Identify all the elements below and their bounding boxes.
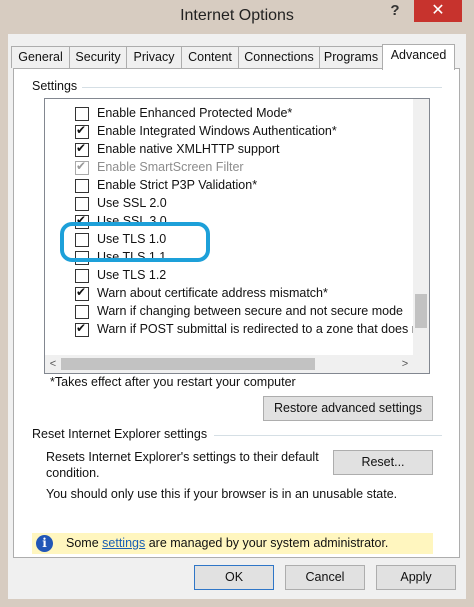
close-button[interactable]: ✕ [414,0,462,22]
tab-privacy[interactable]: Privacy [126,46,182,68]
restore-advanced-settings-button[interactable]: Restore advanced settings [263,396,433,421]
horizontal-scrollbar[interactable]: < > [45,355,413,373]
list-item-label: Warn about certificate address mismatch* [97,286,328,300]
scrollbar-corner [413,355,429,373]
admin-info-text: Some settings are managed by your system… [66,536,388,550]
checkbox[interactable] [75,285,89,301]
checkbox[interactable] [75,251,89,265]
list-item-label: Enable Enhanced Protected Mode* [97,106,293,120]
reset-note: You should only use this if your browser… [46,487,398,501]
checkbox[interactable] [75,141,89,157]
checkbox[interactable] [75,269,89,283]
tab-programs[interactable]: Programs [319,46,383,68]
tab-security[interactable]: Security [69,46,127,68]
cancel-button[interactable]: Cancel [285,565,365,590]
checkbox[interactable] [75,107,89,121]
restart-footnote: *Takes effect after you restart your com… [50,375,296,389]
list-item-label: Use SSL 3.0 [97,214,167,228]
tab-connections[interactable]: Connections [238,46,320,68]
reset-group-label: Reset Internet Explorer settings [30,427,210,441]
admin-info-bar: i Some settings are managed by your syst… [32,533,433,554]
settings-group-line [82,87,442,88]
checkbox [75,159,89,175]
horizontal-scroll-thumb[interactable] [61,358,315,370]
list-item-label: Warn if changing between secure and not … [97,304,403,318]
info-icon: i [36,535,53,552]
reset-button[interactable]: Reset... [333,450,433,475]
title-bar: Internet Options ? ✕ [0,0,474,34]
admin-info-prefix: Some [66,536,103,550]
list-item-label: Use TLS 1.0 [97,232,167,246]
tab-content[interactable]: Content [181,46,239,68]
checkbox[interactable] [75,197,89,211]
reset-group-line [214,435,442,436]
apply-button[interactable]: Apply [376,565,456,590]
list-item-label: Enable Strict P3P Validation* [97,178,258,192]
help-button[interactable]: ? [378,0,412,22]
settings-link[interactable]: settings [102,536,145,550]
list-item-label: Enable SmartScreen Filter [97,160,244,174]
tab-general[interactable]: General [11,46,70,68]
list-item-label: Use SSL 2.0 [97,196,167,210]
admin-info-suffix: are managed by your system administrator… [145,536,389,550]
checkbox[interactable] [75,123,89,139]
scroll-right-icon[interactable]: > [397,355,413,373]
vertical-scroll-thumb[interactable] [415,294,427,328]
list-item-label: Use TLS 1.1 [97,250,167,264]
list-item-label: Warn if POST submittal is redirected to … [97,322,419,336]
checkbox[interactable] [75,233,89,247]
reset-description: Resets Internet Explorer's settings to t… [46,450,319,480]
settings-list[interactable]: Enable Enhanced Protected Mode* Enable I… [44,98,430,374]
list-item-label: Enable Integrated Windows Authentication… [97,124,337,138]
checkbox[interactable] [75,179,89,193]
checkbox[interactable] [75,321,89,337]
list-item-label: Use TLS 1.2 [97,268,167,282]
checkbox[interactable] [75,213,89,229]
vertical-scrollbar[interactable] [413,99,429,355]
checkbox[interactable] [75,305,89,319]
tab-advanced[interactable]: Advanced [382,44,455,70]
settings-group-label: Settings [30,79,80,93]
list-item-label: Enable native XMLHTTP support [97,142,280,156]
ok-button[interactable]: OK [194,565,274,590]
scroll-left-icon[interactable]: < [45,355,61,373]
